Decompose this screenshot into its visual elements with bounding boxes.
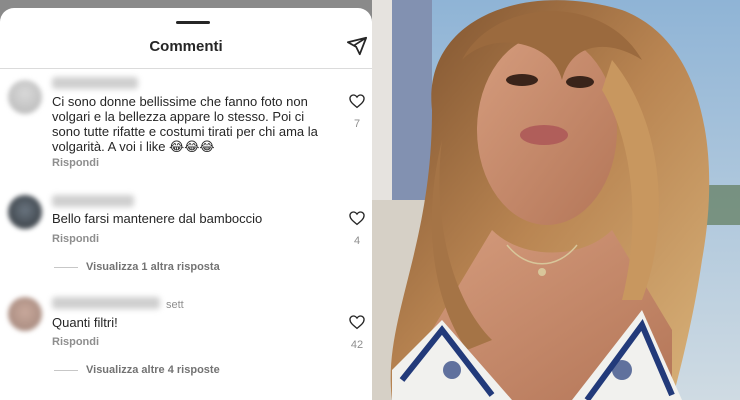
heart-icon[interactable]	[348, 313, 366, 331]
like-count: 4	[353, 235, 361, 247]
send-icon[interactable]	[346, 35, 368, 57]
username-redacted[interactable]	[52, 77, 138, 89]
comment-text: Ci sono donne bellissime che fanno foto …	[52, 94, 318, 154]
heart-icon[interactable]	[348, 92, 366, 110]
username-redacted[interactable]	[52, 297, 160, 309]
comments-panel: Commenti Ci sono donne bellissime che fa…	[0, 0, 372, 400]
comment-timestamp: sett	[166, 299, 184, 311]
avatar[interactable]	[8, 80, 42, 114]
avatar[interactable]	[8, 297, 42, 331]
sheet-title: Commenti	[149, 38, 223, 55]
view-replies-label: Visualizza altre 4 risposte	[86, 364, 220, 376]
like-count: 42	[350, 339, 364, 351]
view-replies-button[interactable]: Visualizza 1 altra risposta	[54, 261, 220, 273]
replies-line	[54, 369, 78, 371]
reply-button[interactable]: Rispondi	[52, 157, 99, 169]
like-count: 7	[353, 118, 361, 130]
reply-button[interactable]: Rispondi	[52, 233, 99, 245]
header-divider	[0, 68, 372, 69]
comment-text: Bello farsi mantenere dal bamboccio	[52, 211, 263, 226]
reply-button[interactable]: Rispondi	[52, 336, 99, 348]
username-redacted[interactable]	[52, 195, 134, 207]
view-replies-button[interactable]: Visualizza altre 4 risposte	[54, 364, 220, 376]
replies-line	[54, 266, 78, 268]
comment-text: Quanti filtri!	[52, 315, 118, 330]
heart-icon[interactable]	[348, 209, 366, 227]
avatar[interactable]	[8, 195, 42, 229]
view-replies-label: Visualizza 1 altra risposta	[86, 261, 220, 273]
sheet-drag-handle[interactable]	[176, 21, 210, 24]
post-photo	[372, 0, 740, 400]
